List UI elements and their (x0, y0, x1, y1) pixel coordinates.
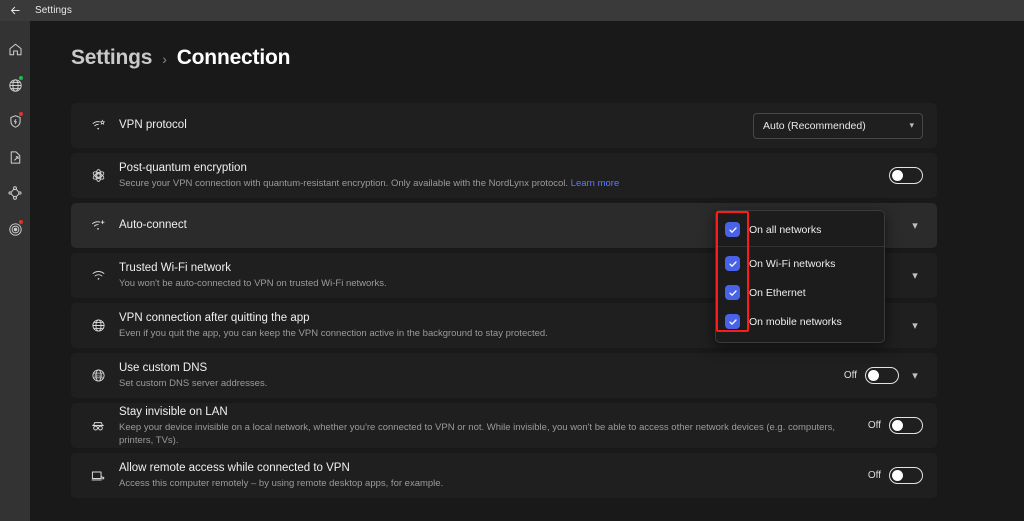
setting-title: VPN protocol (119, 119, 187, 131)
setting-control-area: ▾ (907, 269, 923, 282)
setting-description-text: Secure your VPN connection with quantum-… (119, 178, 571, 189)
svg-text:DNS: DNS (94, 374, 102, 378)
dropdown-option-label: On Ethernet (749, 286, 806, 299)
sidebar-item-threat-protection[interactable] (0, 103, 30, 139)
dns-globe-icon: DNS (83, 367, 113, 384)
checkbox-checked-icon[interactable] (725, 256, 740, 271)
dropdown-option-label: On all networks (749, 223, 822, 236)
toggle-knob (892, 170, 903, 181)
dropdown-divider (716, 246, 884, 247)
meshnet-icon (8, 186, 22, 200)
toggle-state-label: Off (843, 370, 857, 381)
file-share-icon (10, 150, 20, 164)
auto-connect-expand-chevron-icon[interactable]: ▾ (907, 219, 923, 232)
setting-text-block: Stay invisible on LAN Keep your device i… (113, 405, 868, 447)
chevron-down-icon: ▾ (909, 120, 914, 130)
breadcrumb: Settings › Connection (71, 46, 290, 70)
checkbox-checked-icon[interactable] (725, 285, 740, 300)
setting-control-area: ▾ (907, 319, 923, 332)
stay-invisible-toggle[interactable] (889, 417, 923, 434)
checkbox-checked-icon[interactable] (725, 222, 740, 237)
setting-title: Post-quantum encryption (119, 162, 247, 174)
setting-row-post-quantum-encryption[interactable]: Post-quantum encryption Secure your VPN … (71, 153, 937, 198)
window-title: Settings (35, 5, 72, 16)
select-value: Auto (Recommended) (763, 119, 866, 132)
setting-row-use-custom-dns[interactable]: DNS Use custom DNS Set custom DNS server… (71, 353, 937, 398)
setting-description: Access this computer remotely – by using… (119, 478, 444, 489)
setting-row-vpn-protocol[interactable]: VPN protocol Auto (Recommended) ▾ (71, 103, 937, 148)
settings-content-area: Settings › Connection VPN protocol Auto … (30, 21, 1024, 521)
setting-title: Stay invisible on LAN (119, 405, 228, 418)
auto-connect-dropdown-menu[interactable]: On all networks On Wi-Fi networks On Eth… (715, 210, 885, 343)
home-icon (8, 43, 22, 55)
wifi-icon (83, 267, 113, 284)
post-quantum-toggle[interactable] (889, 167, 923, 184)
setting-row-allow-remote-access[interactable]: Allow remote access while connected to V… (71, 453, 937, 498)
breadcrumb-separator-icon: › (162, 51, 167, 67)
status-badge-red (18, 111, 24, 117)
setting-control-area (889, 167, 923, 184)
setting-control-area: ▾ (907, 219, 923, 232)
toggle-knob (892, 420, 903, 431)
setting-text-block: Post-quantum encryption Secure your VPN … (113, 161, 889, 190)
incognito-icon (83, 417, 113, 435)
remote-desktop-icon (83, 467, 113, 485)
atom-icon (83, 167, 113, 184)
learn-more-link[interactable]: Learn more (571, 178, 620, 189)
dropdown-option-on-ethernet[interactable]: On Ethernet (716, 278, 884, 307)
dropdown-option-on-mobile-networks[interactable]: On mobile networks (716, 307, 884, 336)
page-title: Connection (176, 46, 291, 69)
dropdown-option-label: On Wi-Fi networks (749, 257, 836, 270)
app-sidebar (0, 21, 30, 521)
setting-title: Use custom DNS (119, 362, 208, 374)
window-title-bar: Settings (0, 0, 1024, 21)
trusted-wifi-expand-chevron-icon[interactable]: ▾ (907, 269, 923, 282)
globe-icon (83, 317, 113, 334)
wifi-star-icon (83, 117, 113, 134)
sidebar-item-meshnet[interactable] (0, 175, 30, 211)
sidebar-item-dark-web-monitor[interactable] (0, 211, 30, 247)
toggle-state-label: Off (867, 470, 881, 481)
custom-dns-expand-chevron-icon[interactable]: ▾ (907, 369, 923, 382)
setting-description: Set custom DNS server addresses. (119, 378, 268, 389)
sidebar-item-file-share[interactable] (0, 139, 30, 175)
sidebar-item-home[interactable] (0, 31, 30, 67)
dropdown-option-on-all-networks[interactable]: On all networks (716, 215, 884, 244)
status-badge-green (18, 75, 24, 81)
setting-description: Secure your VPN connection with quantum-… (119, 177, 889, 190)
status-badge-red (18, 219, 24, 225)
back-arrow-icon[interactable] (0, 0, 30, 21)
allow-remote-access-toggle[interactable] (889, 467, 923, 484)
toggle-state-label: Off (867, 420, 881, 431)
dropdown-option-label: On mobile networks (749, 315, 842, 328)
vpn-after-quitting-expand-chevron-icon[interactable]: ▾ (907, 319, 923, 332)
checkbox-checked-icon[interactable] (725, 314, 740, 329)
setting-text-block: Use custom DNS Set custom DNS server add… (113, 361, 844, 390)
toggle-knob (892, 470, 903, 481)
vpn-protocol-select[interactable]: Auto (Recommended) ▾ (753, 112, 923, 139)
setting-control-area: Auto (Recommended) ▾ (753, 112, 923, 139)
toggle-knob (868, 370, 879, 381)
setting-title: Allow remote access while connected to V… (119, 462, 350, 474)
setting-control-area: Off (868, 467, 923, 484)
setting-control-area: Off (868, 417, 923, 434)
wifi-plus-icon (83, 217, 113, 234)
setting-text-block: VPN protocol (113, 118, 753, 133)
setting-control-area: Off ▾ (844, 367, 923, 384)
setting-text-block: Allow remote access while connected to V… (113, 461, 868, 490)
setting-description: Keep your device invisible on a local ne… (119, 421, 835, 446)
sidebar-item-vpn[interactable] (0, 67, 30, 103)
breadcrumb-parent[interactable]: Settings (71, 46, 152, 70)
dropdown-option-on-wifi-networks[interactable]: On Wi-Fi networks (716, 249, 884, 278)
custom-dns-toggle[interactable] (865, 367, 899, 384)
setting-row-stay-invisible-on-lan[interactable]: Stay invisible on LAN Keep your device i… (71, 403, 937, 448)
